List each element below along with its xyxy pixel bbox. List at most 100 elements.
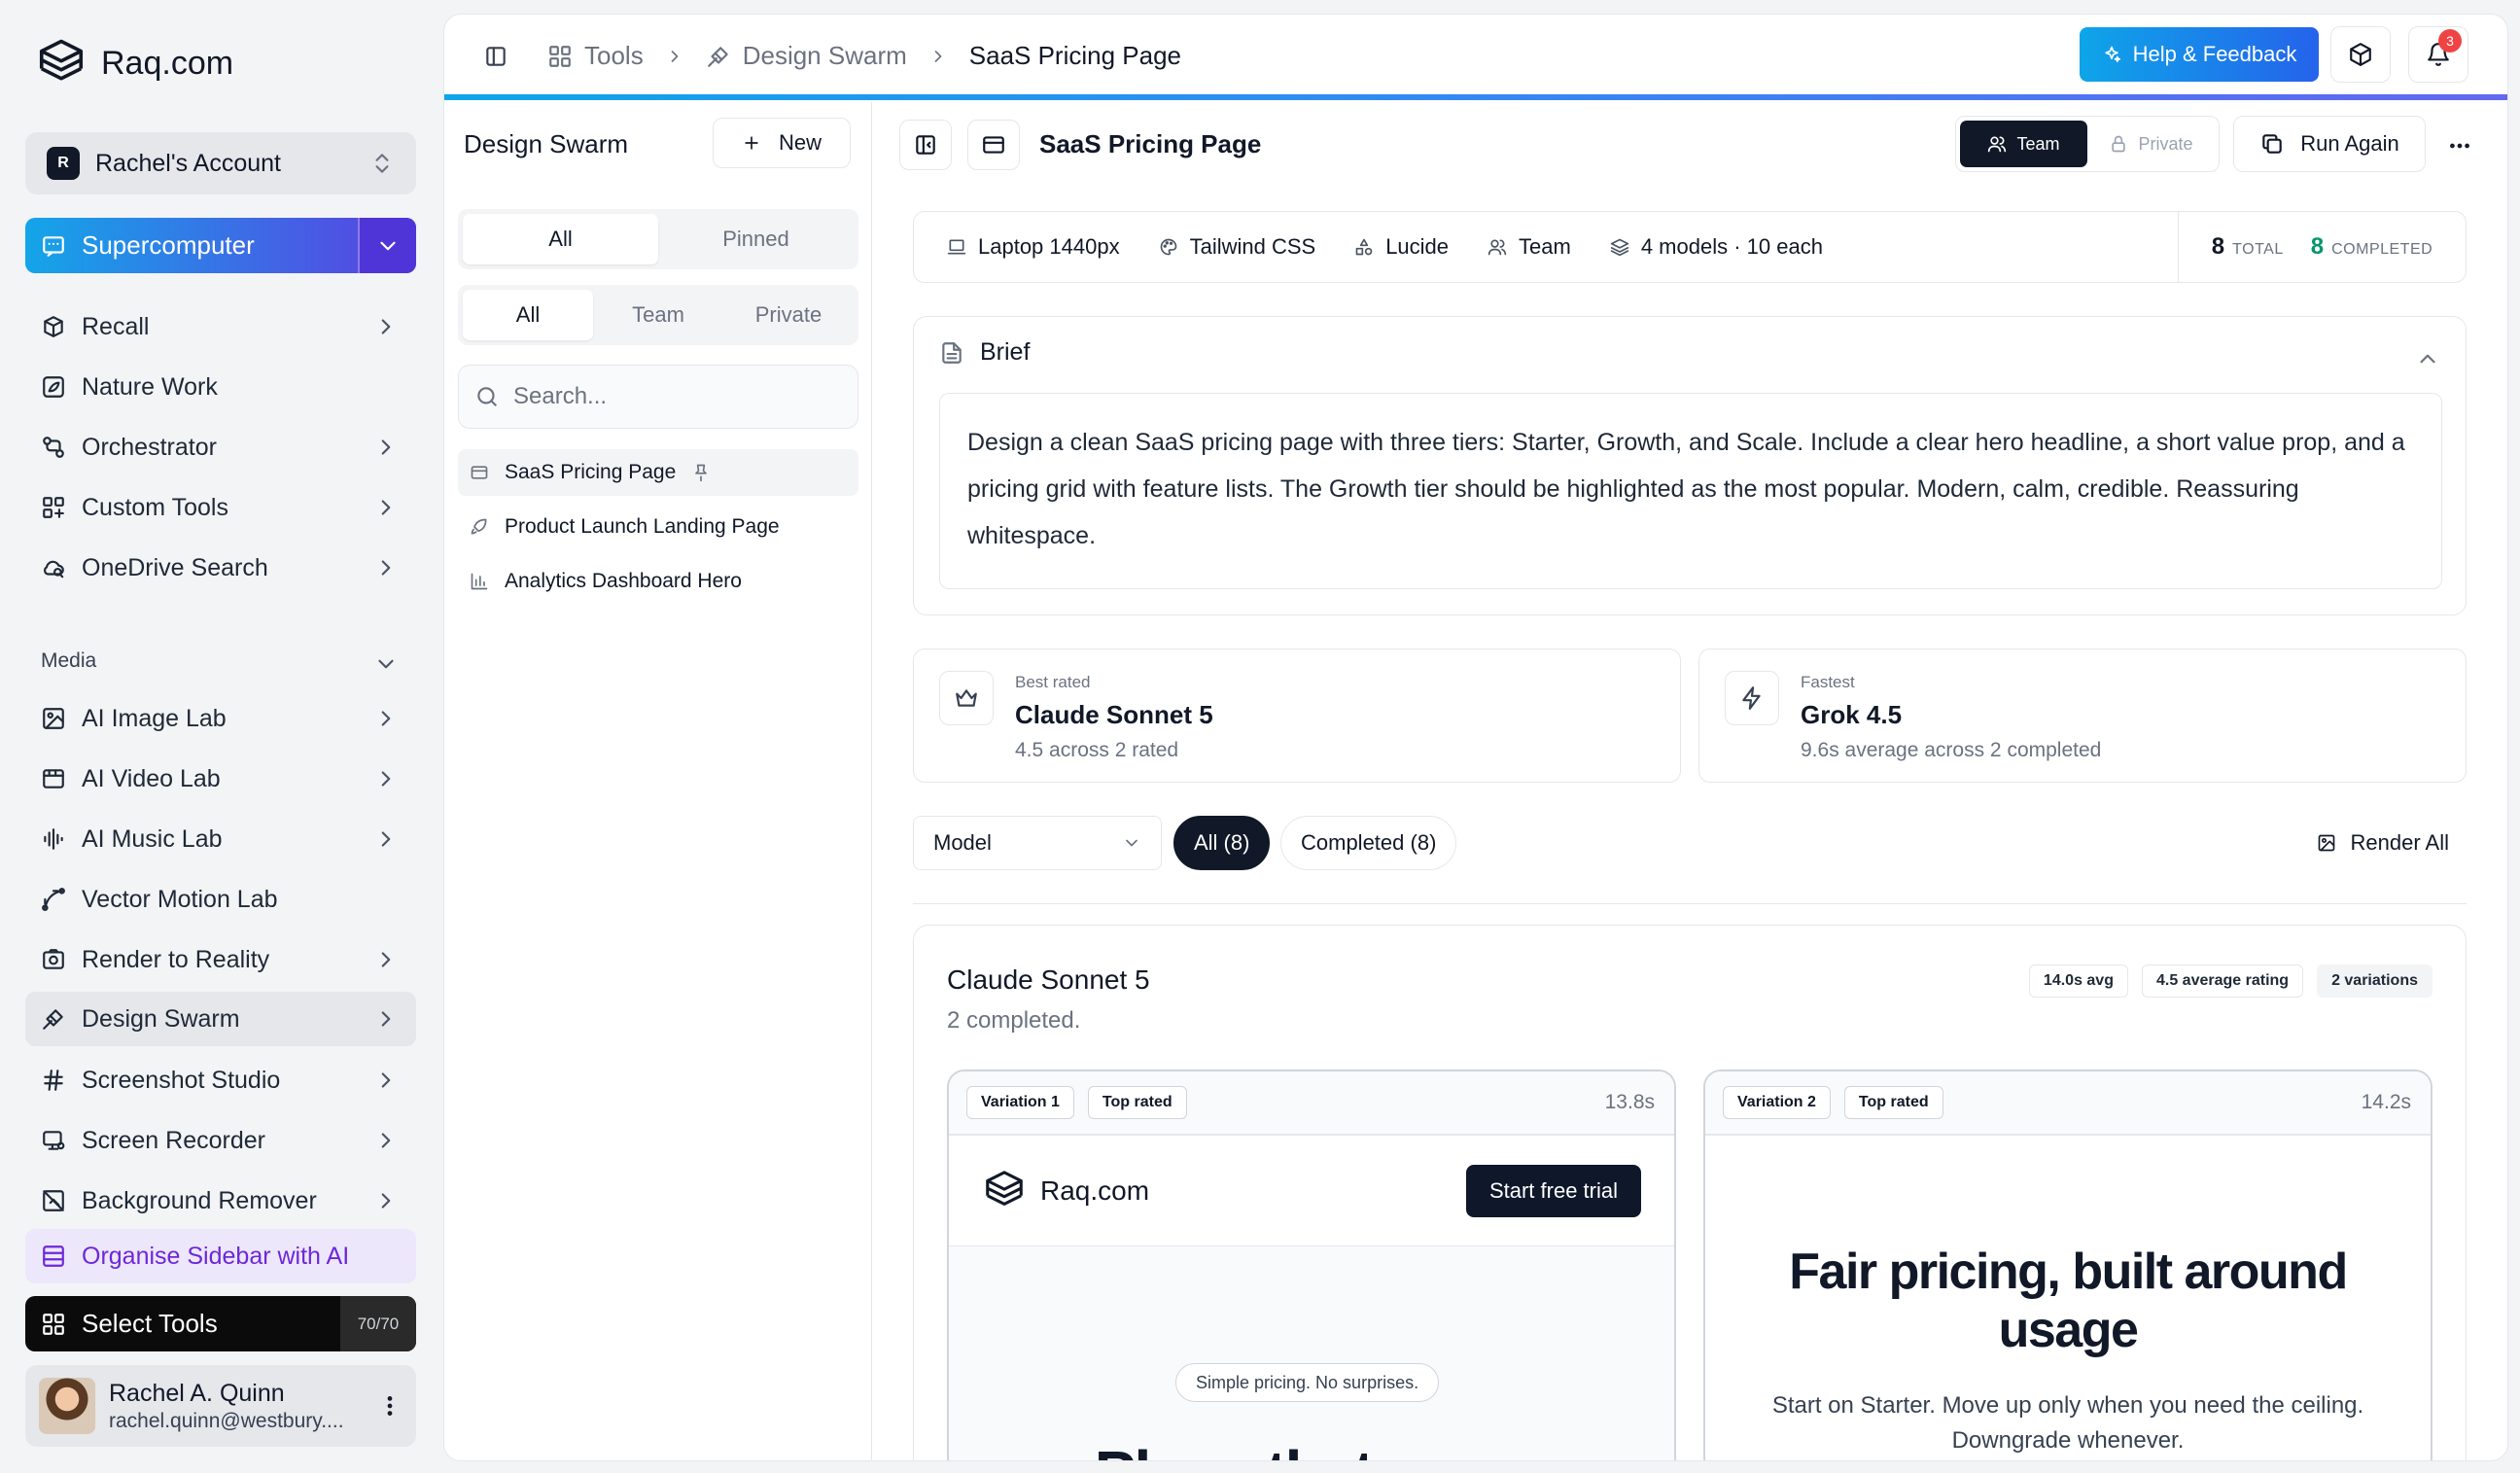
model-group: Claude Sonnet 5 2 completed. 14.0s avg 4… — [913, 925, 2467, 1460]
chevron-up-icon[interactable] — [2415, 346, 2440, 371]
filter-all[interactable]: All (8) — [1173, 816, 1271, 870]
team-label: Team — [2016, 133, 2060, 154]
progress-bar — [444, 94, 2507, 100]
stat-key: Best rated — [1015, 673, 1091, 691]
orchestrator-icon — [43, 437, 64, 458]
team-toggle[interactable]: Team — [1960, 121, 2087, 167]
sidebar-item-vector-motion-lab[interactable]: Vector Motion Lab — [25, 869, 416, 929]
sidebar-item-label: Design Swarm — [82, 1004, 240, 1033]
more-horizontal-icon[interactable] — [2447, 133, 2472, 158]
sidebar-item-ai-music-lab[interactable]: AI Music Lab — [25, 809, 416, 869]
render-all-button[interactable]: Render All — [2317, 816, 2449, 870]
sidebar: Raq.com R Rachel's Account Supercomputer… — [0, 0, 438, 1473]
sidebar-item-screen-recorder[interactable]: Screen Recorder — [25, 1110, 416, 1171]
video-icon — [43, 769, 64, 789]
sidebar-item-onedrive-search[interactable]: OneDrive Search — [25, 539, 416, 597]
sidebar-item-orchestrator[interactable]: Orchestrator — [25, 418, 416, 476]
palette-icon — [1160, 238, 1176, 256]
tab-all[interactable]: All — [463, 290, 593, 340]
list-item[interactable]: Analytics Dashboard Hero — [458, 558, 858, 605]
breadcrumb-design-swarm[interactable]: Design Swarm — [706, 41, 907, 71]
sidebar-item-render-to-reality[interactable]: Render to Reality — [25, 929, 416, 990]
variations-chip: 2 variations — [2317, 964, 2432, 998]
variation-card[interactable]: Variation 2 Top rated 14.2s Fair pricing… — [1703, 1070, 2432, 1460]
cube-button[interactable] — [2330, 26, 2391, 83]
breadcrumb-current: SaaS Pricing Page — [968, 41, 1182, 70]
run-again-button[interactable]: Run Again — [2233, 116, 2426, 172]
sidebar-item-screenshot-studio[interactable]: Screenshot Studio — [25, 1050, 416, 1110]
preview-navbar: Raq.com Start free trial — [949, 1136, 1674, 1246]
collapse-panel-button[interactable] — [899, 120, 952, 170]
private-label: Private — [2138, 133, 2193, 154]
shapes-icon — [1355, 238, 1373, 256]
sidebar-item-label: Orchestrator — [82, 433, 217, 461]
brief-text: Design a clean SaaS pricing page with th… — [939, 393, 2442, 589]
device-setting: Laptop 1440px — [947, 234, 1120, 260]
main-panel: Tools Design Swarm SaaS Pricing Page Hel… — [443, 14, 2508, 1461]
cube-icon — [2350, 43, 2371, 66]
new-button[interactable]: New — [713, 118, 851, 168]
list-item[interactable]: SaaS Pricing Page — [458, 449, 858, 496]
sidebar-item-design-swarm[interactable]: Design Swarm — [25, 992, 416, 1046]
fastest-card: Fastest Grok 4.5 9.6s average across 2 c… — [1698, 649, 2467, 783]
sidebar-item-label: Recall — [82, 312, 150, 340]
brand-logo[interactable]: Raq.com — [35, 37, 233, 89]
chevron-down-icon[interactable] — [373, 651, 399, 677]
user-profile[interactable]: Rachel A. Quinn rachel.quinn@westbury...… — [25, 1365, 416, 1447]
divider — [913, 903, 2467, 904]
preview-hero: Fair pricing, built around usage Start o… — [1705, 1136, 2431, 1460]
list-item[interactable]: Product Launch Landing Page — [458, 504, 858, 550]
model-select-value: Model — [933, 830, 992, 855]
sidebar-item-ai-video-lab[interactable]: AI Video Lab — [25, 749, 416, 809]
pin-icon[interactable] — [691, 463, 711, 482]
filter-completed[interactable]: Completed (8) — [1280, 816, 1457, 870]
more-vertical-icon[interactable] — [377, 1393, 402, 1419]
private-toggle[interactable]: Private — [2087, 121, 2215, 167]
search-input[interactable]: Search... — [458, 365, 858, 429]
design-swarm-icon — [707, 46, 728, 67]
supercomputer-label: Supercomputer — [82, 230, 255, 260]
logo-icon — [39, 39, 84, 81]
grid-icon — [549, 45, 571, 67]
model-summary: 2 completed. — [947, 1007, 1081, 1034]
brief-header[interactable]: Brief — [939, 338, 1030, 367]
tab-all[interactable]: All — [463, 214, 658, 264]
variation-label: Variation 2 — [1723, 1086, 1831, 1119]
bar-chart-icon — [471, 573, 488, 590]
crown-icon — [956, 689, 977, 707]
model-select[interactable]: Model — [913, 816, 1162, 870]
variation-header: Variation 1 Top rated 13.8s — [949, 1071, 1674, 1136]
user-email: rachel.quinn@westbury.... — [109, 1409, 344, 1432]
breadcrumb-label: Design Swarm — [742, 41, 907, 70]
sidebar-item-recall[interactable]: Recall — [25, 298, 416, 356]
stat-key: Fastest — [1801, 673, 1855, 691]
grid-icon — [43, 1313, 64, 1335]
chevron-down-icon — [380, 241, 396, 250]
plus-icon — [745, 136, 758, 150]
select-tools-button[interactable]: Select Tools 70/70 — [25, 1296, 416, 1351]
sidebar-item-ai-image-lab[interactable]: AI Image Lab — [25, 688, 416, 749]
supercomputer-button[interactable]: Supercomputer — [25, 218, 416, 273]
account-switcher[interactable]: R Rachel's Account — [25, 132, 416, 194]
variation-label: Variation 1 — [966, 1086, 1074, 1119]
vector-icon — [42, 888, 65, 911]
tab-pinned[interactable]: Pinned — [658, 214, 854, 264]
sidebar-item-background-remover[interactable]: Background Remover — [25, 1171, 416, 1231]
start-trial-button[interactable]: Start free trial — [1465, 1164, 1641, 1217]
results-filters: Model All (8) Completed (8) Render All — [913, 816, 2467, 874]
supercomputer-dropdown[interactable] — [358, 218, 416, 273]
design-swarm-icon — [43, 1009, 63, 1030]
help-feedback-button[interactable]: Help & Feedback — [2080, 27, 2319, 82]
sidebar-item-nature-work[interactable]: Nature Work — [25, 358, 416, 416]
variation-card[interactable]: Variation 1 Top rated 13.8s Raq.com Star… — [947, 1070, 1676, 1460]
tab-team[interactable]: Team — [593, 290, 723, 340]
tab-private[interactable]: Private — [723, 290, 854, 340]
card-icon — [471, 466, 488, 479]
organise-sidebar-button[interactable]: Organise Sidebar with AI — [25, 1229, 416, 1283]
search-icon — [477, 387, 497, 406]
sidebar-toggle-icon[interactable] — [483, 44, 508, 69]
sidebar-item-custom-tools[interactable]: Custom Tools — [25, 478, 416, 537]
brief-panel: Brief Design a clean SaaS pricing page w… — [913, 316, 2467, 615]
breadcrumb-tools[interactable]: Tools — [547, 41, 644, 71]
notifications-button[interactable]: 3 — [2408, 26, 2468, 83]
